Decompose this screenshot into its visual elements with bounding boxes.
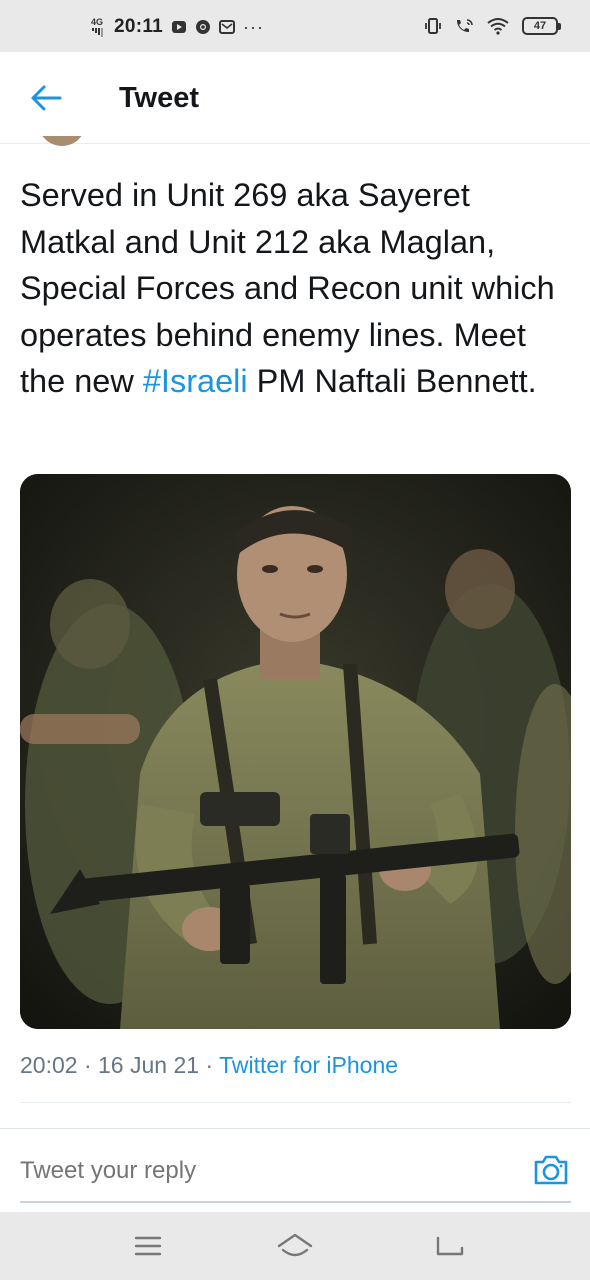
battery-indicator: 47 <box>522 17 561 35</box>
reply-bar <box>0 1128 590 1212</box>
wifi-call-icon <box>457 19 473 32</box>
status-bar-right: 47 <box>424 17 561 35</box>
tweet-meta: 20:02 · 16 Jun 21 · Twitter for iPhone <box>20 1052 398 1079</box>
back-icon[interactable] <box>430 1230 470 1262</box>
vibrate-icon <box>425 18 441 34</box>
page-title: Tweet <box>119 82 200 114</box>
home-icon[interactable] <box>275 1230 315 1262</box>
divider <box>20 1102 571 1103</box>
tweet-source-link[interactable]: Twitter for iPhone <box>219 1052 398 1078</box>
meta-separator: · <box>199 1052 220 1078</box>
signal-icon <box>88 27 106 37</box>
mail-icon <box>219 20 236 34</box>
avatar[interactable] <box>38 136 86 150</box>
status-bar: 4G 20:11 ··· 47 <box>0 0 590 52</box>
meta-separator: · <box>77 1052 99 1078</box>
camera-icon[interactable] <box>532 1153 570 1187</box>
network-indicator: 4G <box>88 16 106 37</box>
network-type: 4G <box>90 16 103 27</box>
tweet-photo[interactable] <box>20 474 571 1029</box>
chrome-icon <box>196 20 211 34</box>
more-notifications: ··· <box>243 17 265 37</box>
arrow-left-icon[interactable] <box>28 82 64 114</box>
youtube-icon <box>172 21 187 33</box>
tweet-time: 20:02 <box>20 1052 78 1078</box>
reply-input[interactable] <box>20 1157 500 1185</box>
system-nav-bar <box>0 1212 590 1280</box>
hashtag-link[interactable]: #Israeli <box>143 363 248 399</box>
tweet-date: 16 Jun 21 <box>98 1052 200 1078</box>
status-time: 20:11 <box>114 16 164 37</box>
tweet-text: Served in Unit 269 aka Sayeret Matkal an… <box>20 172 570 405</box>
tweet-text-part: PM Naftali Bennett. <box>247 363 537 399</box>
menu-icon[interactable] <box>128 1230 168 1262</box>
status-bar-left: 4G 20:11 ··· <box>88 16 264 38</box>
app-header: Tweet <box>0 52 590 144</box>
reply-underline <box>20 1201 571 1203</box>
soldier-photo <box>20 474 571 1029</box>
wifi-icon <box>487 18 509 35</box>
